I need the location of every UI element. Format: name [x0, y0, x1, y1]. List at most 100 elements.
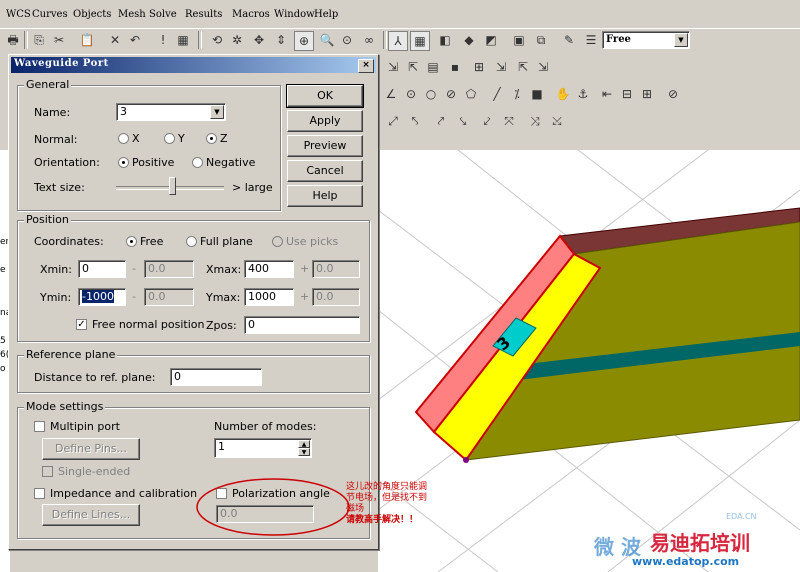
multipin-checkbox[interactable] [34, 421, 45, 432]
no-entry-icon[interactable]: ⊘ [664, 85, 682, 103]
zoom-icon[interactable]: 🔍 [318, 31, 336, 49]
poly-icon[interactable]: ∠ [382, 85, 400, 103]
dynamic-zoom-icon[interactable]: ⇕ [272, 31, 290, 49]
cut-icon[interactable]: ✂ [50, 31, 68, 49]
point-icon[interactable]: ⇲ [534, 58, 552, 76]
window-icon[interactable]: ▣ [510, 31, 528, 49]
ellipse-icon[interactable]: ⊘ [442, 85, 460, 103]
ymin-offset-input[interactable]: 0.0 [144, 288, 194, 306]
menu-results[interactable]: Results [185, 9, 222, 20]
rotate-obj-icon[interactable]: ⤣ [406, 112, 424, 130]
loft-icon[interactable]: ⤦ [478, 112, 496, 130]
menu-help[interactable]: Help [314, 9, 338, 20]
spin-up-icon[interactable]: ▲ [298, 440, 310, 448]
line-icon[interactable]: ╱ [488, 85, 506, 103]
orientation-positive-radio[interactable] [118, 157, 129, 168]
face-icon[interactable]: ⇱ [514, 58, 532, 76]
free-normal-checkbox[interactable]: ✓ [76, 319, 87, 330]
ratio-icon[interactable]: ⁒ [508, 85, 526, 103]
chevron-down-icon[interactable]: ▼ [210, 105, 224, 119]
grid-icon[interactable]: ▦ [174, 31, 192, 49]
scale-icon[interactable]: ⤢ [384, 112, 402, 130]
impedance-checkbox[interactable] [34, 488, 45, 499]
menu-wcs[interactable]: WCS [6, 9, 31, 20]
extrude-icon[interactable]: ⤧ [500, 112, 518, 130]
zpos-input[interactable]: 0 [244, 316, 360, 334]
circle-icon[interactable]: ○ [422, 85, 440, 103]
align-icon[interactable]: ⇱ [404, 58, 422, 76]
anchor-icon[interactable]: ⚓ [574, 85, 592, 103]
menu-mesh[interactable]: Mesh [118, 9, 146, 20]
transform-icon[interactable]: ⇲ [384, 58, 402, 76]
preview-button[interactable]: Preview [287, 135, 363, 157]
shape-icon[interactable]: ◆ [460, 31, 478, 49]
zoom-fit-icon[interactable]: ⊙ [338, 31, 356, 49]
normal-x-radio[interactable] [118, 133, 129, 144]
apply-button[interactable]: Apply [287, 110, 363, 132]
menu-macros[interactable]: Macros [232, 9, 270, 20]
spin-icon[interactable]: ✲ [228, 31, 246, 49]
exclamation-icon[interactable]: ! [154, 31, 172, 49]
undo-icon[interactable]: ↶ [126, 31, 144, 49]
distance-input[interactable]: 0 [170, 368, 262, 386]
num-modes-input[interactable]: 1 ▲ ▼ [214, 438, 312, 458]
chevron-down-icon[interactable]: ▼ [674, 33, 688, 47]
cube-icon[interactable]: ◧ [436, 31, 454, 49]
delete-icon[interactable]: ✕ [106, 31, 124, 49]
close-button[interactable]: × [358, 59, 374, 73]
block-icon[interactable]: ▪ [446, 58, 464, 76]
tool-icon[interactable]: ✎ [560, 31, 578, 49]
circle-pick-icon[interactable]: ⊙ [402, 85, 420, 103]
menu-objects[interactable]: Objects [73, 9, 111, 20]
zoom-box-icon[interactable]: ⊕ [294, 31, 314, 51]
blend-icon[interactable]: ⤩ [548, 112, 566, 130]
name-select[interactable]: 3 ▼ [116, 103, 226, 121]
normal-z-radio[interactable] [206, 133, 217, 144]
normal-y-radio[interactable] [164, 133, 175, 144]
polygon-icon[interactable]: ⬠ [462, 85, 480, 103]
spin-down-icon[interactable]: ▼ [298, 448, 310, 456]
ymax-offset-input[interactable]: 0.0 [312, 288, 360, 306]
color-icon[interactable]: ◩ [482, 31, 500, 49]
ymin-input[interactable]: -1000 [78, 288, 126, 306]
working-plane-icon[interactable]: ▦ [410, 31, 430, 51]
coord-usepicks-radio[interactable] [272, 236, 283, 247]
view-mode-select[interactable]: Free ▼ [602, 31, 690, 49]
edge-icon[interactable]: ⇲ [492, 58, 510, 76]
print-icon[interactable]: 🖶 [4, 31, 22, 49]
bend-icon[interactable]: ⤤ [432, 112, 450, 130]
menu-window[interactable]: Window [274, 9, 315, 20]
menu-curves[interactable]: Curves [32, 9, 68, 20]
axes-icon[interactable]: ⅄ [388, 31, 408, 51]
pick-icon[interactable]: ⊞ [470, 58, 488, 76]
help-button[interactable]: Help [287, 185, 363, 207]
port-mid-icon[interactable]: ⊟ [618, 85, 636, 103]
xmax-input[interactable]: 400 [244, 260, 294, 278]
textsize-slider-thumb[interactable] [169, 177, 177, 195]
sweep-icon[interactable]: ⤥ [454, 112, 472, 130]
define-pins-button[interactable]: Define Pins... [42, 438, 140, 460]
xmin-offset-input[interactable]: 0.0 [144, 260, 194, 278]
coord-fullplane-radio[interactable] [186, 236, 197, 247]
xmin-input[interactable]: 0 [78, 260, 126, 278]
menu-solve[interactable]: Solve [149, 9, 177, 20]
cancel-button[interactable]: Cancel [287, 160, 363, 182]
list-icon[interactable]: ☰ [582, 31, 600, 49]
dialog-titlebar[interactable]: Waveguide Port × [11, 57, 376, 73]
port-right-icon[interactable]: ⊞ [638, 85, 656, 103]
hand-icon[interactable]: ✋ [554, 85, 572, 103]
xmax-offset-input[interactable]: 0.0 [312, 260, 360, 278]
wire-icon[interactable]: ∞ [360, 31, 378, 49]
shell-icon[interactable]: ⤨ [526, 112, 544, 130]
ok-button[interactable]: OK [286, 84, 364, 108]
port-left-icon[interactable]: ⇤ [598, 85, 616, 103]
copy-icon[interactable]: ⎘ [30, 31, 48, 49]
orientation-negative-radio[interactable] [192, 157, 203, 168]
single-ended-checkbox[interactable] [42, 466, 53, 477]
coord-free-radio[interactable] [126, 236, 137, 247]
pan-icon[interactable]: ✥ [250, 31, 268, 49]
mirror-icon[interactable]: ▤ [424, 58, 442, 76]
rotate-icon[interactable]: ⟲ [208, 31, 226, 49]
rect-icon[interactable]: ■ [528, 85, 546, 103]
define-lines-button[interactable]: Define Lines... [42, 504, 140, 526]
